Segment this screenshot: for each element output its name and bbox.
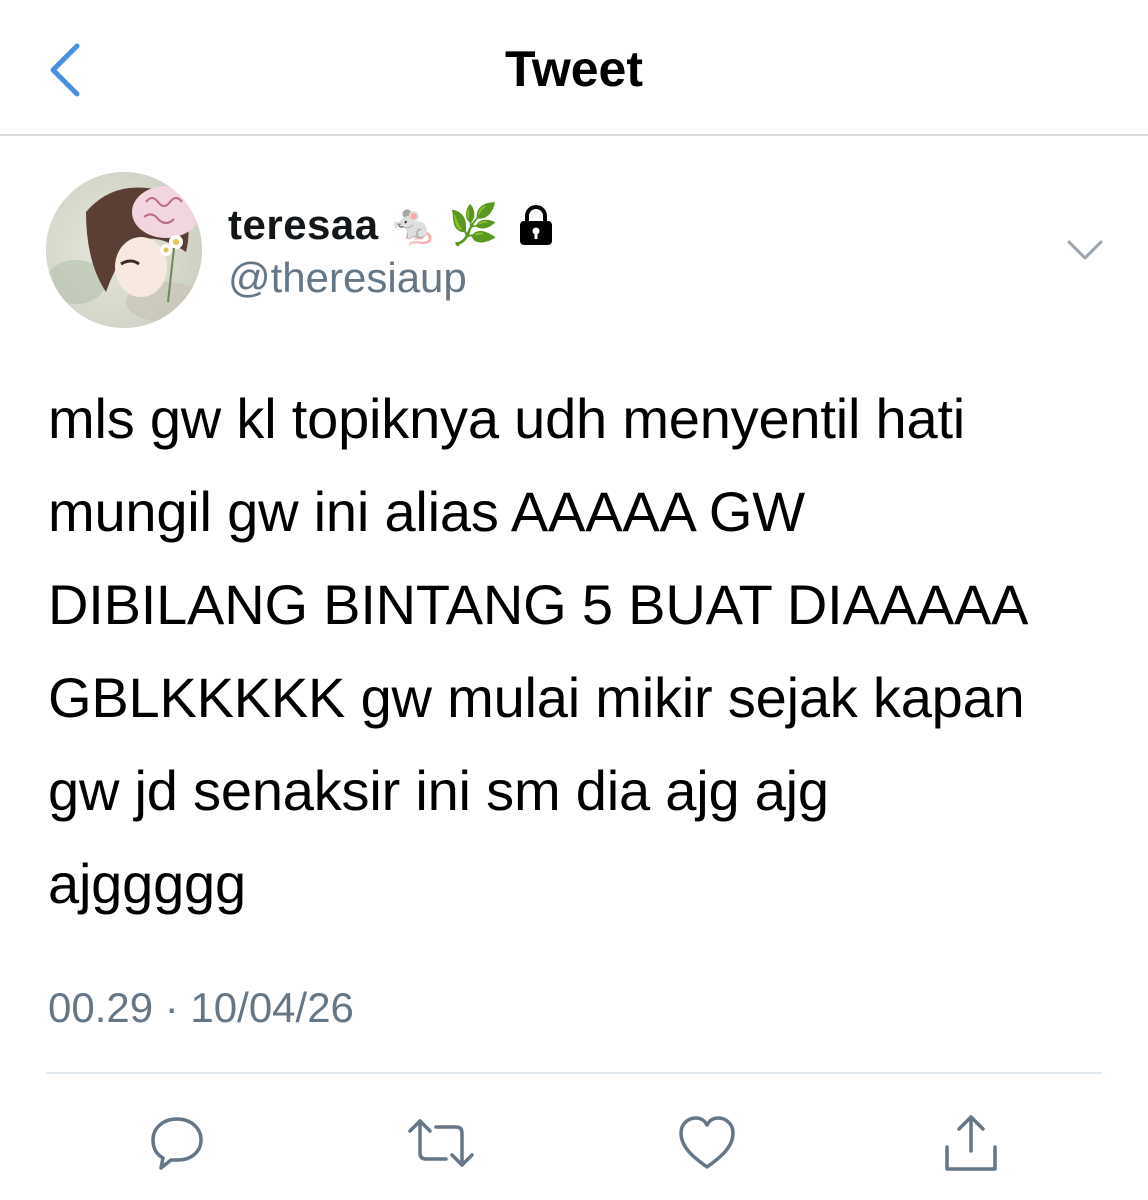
chevron-down-icon (1067, 240, 1103, 260)
reply-icon (151, 1117, 203, 1170)
heart-icon (679, 1116, 735, 1169)
share-icon (945, 1115, 997, 1171)
user-handle[interactable]: @theresiaup (228, 254, 467, 302)
herb-emoji: 🌿 (448, 203, 499, 247)
top-bar: Tweet (0, 0, 1148, 136)
like-button[interactable] (672, 1108, 742, 1178)
page-title: Tweet (505, 41, 643, 97)
retweet-button[interactable] (406, 1108, 476, 1178)
tweet-menu-button[interactable] (1060, 228, 1110, 272)
tweet-text: mls gw kl topiknya udh menyentil hati mu… (48, 387, 1029, 915)
tweet-timestamp[interactable]: 00.29 · 10/04/26 (48, 984, 354, 1032)
display-name-row: teresaa 🐁 🌿 (228, 196, 556, 254)
avatar[interactable] (46, 172, 202, 328)
avatar-illustration (46, 172, 202, 328)
tweet-detail-screen: Tweet teresaa 🐁 🌿 @theresiaup mls gw kl … (0, 0, 1148, 1200)
share-button[interactable] (936, 1108, 1006, 1178)
reply-button[interactable] (142, 1108, 212, 1178)
lock-icon (516, 204, 556, 246)
mouse-emoji: 🐁 (388, 203, 439, 247)
retweet-icon (408, 1119, 474, 1167)
display-name[interactable]: teresaa (228, 201, 379, 249)
divider (46, 1072, 1102, 1074)
